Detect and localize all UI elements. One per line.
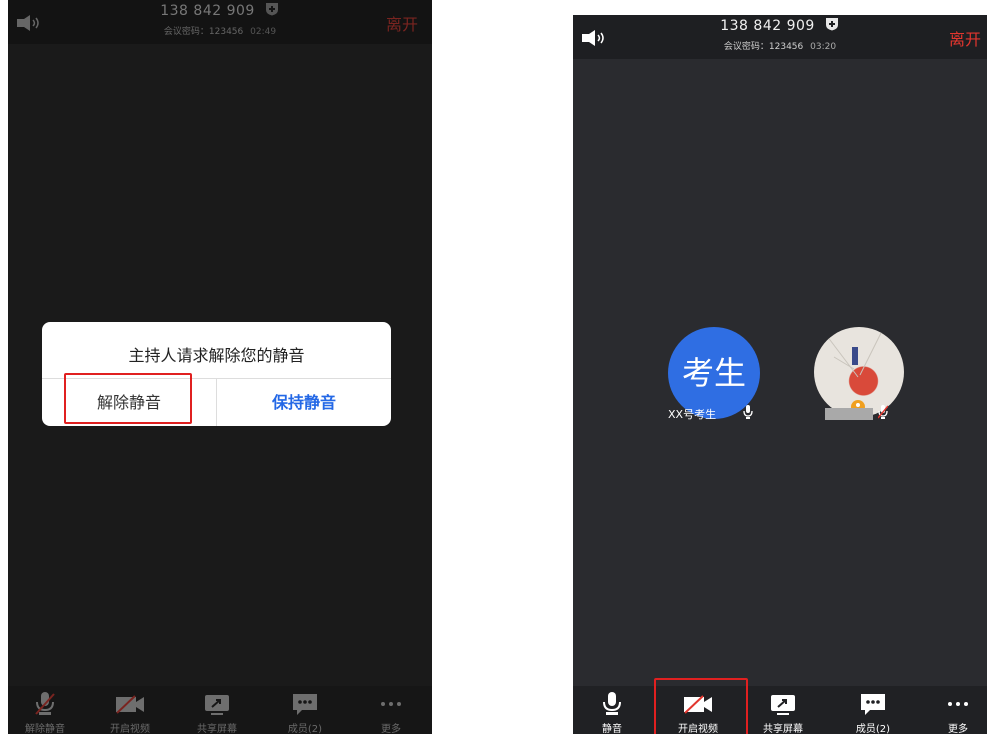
start-video-toolbar-button[interactable]: 开启视频 xyxy=(95,690,165,734)
elapsed-time: 02:49 xyxy=(250,27,277,37)
more-icon xyxy=(381,702,401,706)
meeting-id-text: 138 842 909 xyxy=(720,18,815,34)
participant-name: XX号考生 xyxy=(668,408,717,421)
toolbar-label: 解除静音 xyxy=(25,724,65,734)
elapsed-time: 03:20 xyxy=(810,42,837,52)
toolbar-label: 开启视频 xyxy=(110,724,150,734)
meeting-id: 138 842 909 xyxy=(573,17,987,34)
keep-muted-button[interactable]: 保持静音 xyxy=(217,379,391,426)
toolbar-label: 更多 xyxy=(948,724,968,734)
mic-muted-icon xyxy=(878,405,888,419)
mute-toolbar-button[interactable]: 静音 xyxy=(577,690,647,734)
toolbar-label: 成员(2) xyxy=(287,724,323,734)
more-toolbar-button[interactable]: 更多 xyxy=(356,690,426,734)
leave-button[interactable]: 离开 xyxy=(386,11,418,35)
top-bar: 138 842 909 会议密码：123456 03:20 离开 xyxy=(573,15,987,59)
shield-icon[interactable] xyxy=(824,17,840,31)
members-icon xyxy=(861,694,885,715)
blurred-participant-name xyxy=(825,408,873,420)
share-screen-toolbar-button[interactable]: 共享屏幕 xyxy=(182,690,252,734)
right-phone-screen: 138 842 909 会议密码：123456 03:20 离开 考生 XX号考… xyxy=(573,15,987,734)
unmute-toolbar-button[interactable]: 解除静音 xyxy=(10,690,80,734)
toolbar-label: 成员(2) xyxy=(855,724,891,734)
meeting-id: 138 842 909 xyxy=(8,2,432,19)
spiderman-figure-image xyxy=(823,327,885,414)
highlight-box xyxy=(64,373,192,424)
share-screen-icon xyxy=(771,695,795,715)
highlight-box xyxy=(654,678,748,734)
leave-button[interactable]: 离开 xyxy=(949,26,981,50)
meeting-id-text: 138 842 909 xyxy=(160,3,255,19)
bottom-toolbar: 解除静音 开启视频 共享屏幕 成员(2) 更多 xyxy=(8,686,432,734)
meeting-password: 会议密码：123456 xyxy=(163,27,244,37)
video-off-icon xyxy=(116,695,144,714)
toolbar-label: 共享屏幕 xyxy=(763,724,803,734)
shield-icon[interactable] xyxy=(264,2,280,16)
more-toolbar-button[interactable]: 更多 xyxy=(923,690,987,734)
dialog-message: 主持人请求解除您的静音 xyxy=(128,346,305,365)
share-screen-icon xyxy=(205,695,229,715)
mic-icon xyxy=(603,692,621,715)
members-toolbar-button[interactable]: 成员(2) xyxy=(838,690,908,734)
toolbar-label: 共享屏幕 xyxy=(197,724,237,734)
meeting-password: 会议密码：123456 xyxy=(723,42,804,52)
toolbar-label: 更多 xyxy=(381,724,401,734)
meeting-info: 会议密码：123456 02:49 xyxy=(8,24,432,37)
bottom-toolbar: 静音 开启视频 共享屏幕 成员(2) 更多 xyxy=(573,686,987,734)
left-phone-screen: 138 842 909 会议密码：123456 02:49 离开 主持人请求解除… xyxy=(8,0,432,734)
members-toolbar-button[interactable]: 成员(2) xyxy=(270,690,340,734)
meeting-info: 会议密码：123456 03:20 xyxy=(573,39,987,52)
toolbar-label: 静音 xyxy=(602,724,622,734)
mic-muted-icon xyxy=(35,692,55,715)
participant-photo-avatar[interactable] xyxy=(814,327,904,417)
more-icon xyxy=(948,702,968,706)
share-screen-toolbar-button[interactable]: 共享屏幕 xyxy=(748,690,818,734)
top-bar: 138 842 909 会议密码：123456 02:49 离开 xyxy=(8,0,432,44)
mic-on-icon xyxy=(743,405,753,419)
members-icon xyxy=(293,694,317,715)
